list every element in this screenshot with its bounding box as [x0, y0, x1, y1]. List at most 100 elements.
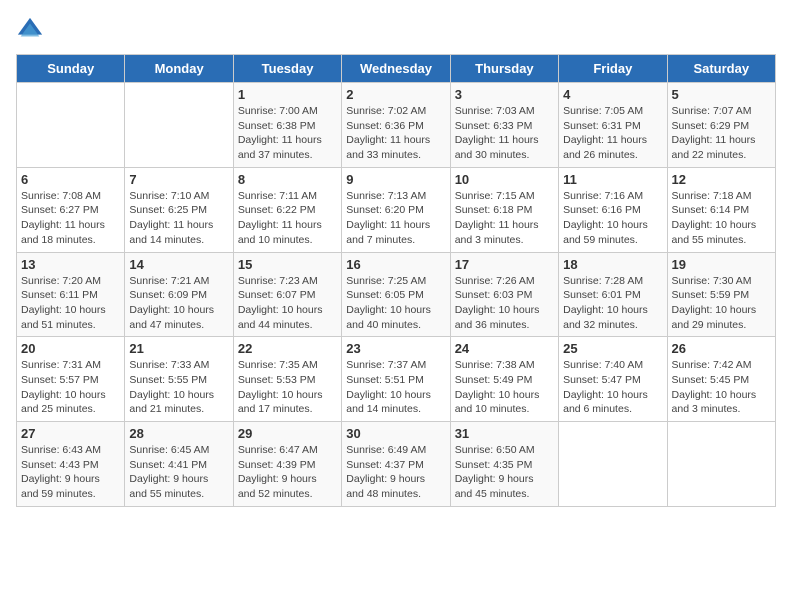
- logo: [16, 16, 48, 44]
- calendar-cell: 5 Sunrise: 7:07 AM Sunset: 6:29 PM Daylig…: [667, 83, 775, 168]
- calendar-header: SundayMondayTuesdayWednesdayThursdayFrid…: [17, 55, 776, 83]
- day-info: Sunrise: 7:20 AM Sunset: 6:11 PM Dayligh…: [21, 274, 120, 333]
- day-info: Sunrise: 7:28 AM Sunset: 6:01 PM Dayligh…: [563, 274, 662, 333]
- day-info: Sunrise: 7:18 AM Sunset: 6:14 PM Dayligh…: [672, 189, 771, 248]
- calendar-cell: 7 Sunrise: 7:10 AM Sunset: 6:25 PM Daylig…: [125, 167, 233, 252]
- calendar-cell: 29 Sunrise: 6:47 AM Sunset: 4:39 PM Dayli…: [233, 422, 341, 507]
- day-number: 24: [455, 341, 554, 356]
- day-info: Sunrise: 6:45 AM Sunset: 4:41 PM Dayligh…: [129, 443, 228, 502]
- day-number: 11: [563, 172, 662, 187]
- day-number: 8: [238, 172, 337, 187]
- calendar-cell: 8 Sunrise: 7:11 AM Sunset: 6:22 PM Daylig…: [233, 167, 341, 252]
- day-number: 29: [238, 426, 337, 441]
- calendar-cell: 22 Sunrise: 7:35 AM Sunset: 5:53 PM Dayli…: [233, 337, 341, 422]
- header-row: SundayMondayTuesdayWednesdayThursdayFrid…: [17, 55, 776, 83]
- calendar-cell: 20 Sunrise: 7:31 AM Sunset: 5:57 PM Dayli…: [17, 337, 125, 422]
- day-info: Sunrise: 7:40 AM Sunset: 5:47 PM Dayligh…: [563, 358, 662, 417]
- calendar-cell: 19 Sunrise: 7:30 AM Sunset: 5:59 PM Dayli…: [667, 252, 775, 337]
- calendar-week-4: 27Sunrise: 6:43 AM Sunset: 4:43 PM Dayli…: [17, 422, 776, 507]
- header-cell-thursday: Thursday: [450, 55, 558, 83]
- day-number: 18: [563, 257, 662, 272]
- day-info: Sunrise: 7:26 AM Sunset: 6:03 PM Dayligh…: [455, 274, 554, 333]
- day-number: 20: [21, 341, 120, 356]
- day-number: 19: [672, 257, 771, 272]
- calendar-week-1: 6 Sunrise: 7:08 AM Sunset: 6:27 PM Daylig…: [17, 167, 776, 252]
- calendar-cell: 26 Sunrise: 7:42 AM Sunset: 5:45 PM Dayli…: [667, 337, 775, 422]
- day-info: Sunrise: 7:15 AM Sunset: 6:18 PM Dayligh…: [455, 189, 554, 248]
- calendar-cell: 10 Sunrise: 7:15 AM Sunset: 6:18 PM Dayli…: [450, 167, 558, 252]
- day-number: 25: [563, 341, 662, 356]
- header-cell-tuesday: Tuesday: [233, 55, 341, 83]
- day-info: Sunrise: 7:10 AM Sunset: 6:25 PM Dayligh…: [129, 189, 228, 248]
- calendar-cell: [125, 83, 233, 168]
- day-number: 15: [238, 257, 337, 272]
- calendar-cell: 17 Sunrise: 7:26 AM Sunset: 6:03 PM Dayli…: [450, 252, 558, 337]
- calendar-body: 1 Sunrise: 7:00 AM Sunset: 6:38 PM Daylig…: [17, 83, 776, 507]
- day-info: Sunrise: 7:13 AM Sunset: 6:20 PM Dayligh…: [346, 189, 445, 248]
- calendar-week-0: 1 Sunrise: 7:00 AM Sunset: 6:38 PM Daylig…: [17, 83, 776, 168]
- day-number: 6: [21, 172, 120, 187]
- day-info: Sunrise: 7:31 AM Sunset: 5:57 PM Dayligh…: [21, 358, 120, 417]
- calendar-cell: 1 Sunrise: 7:00 AM Sunset: 6:38 PM Daylig…: [233, 83, 341, 168]
- day-number: 10: [455, 172, 554, 187]
- calendar-cell: 4Sunrise: 7:05 AM Sunset: 6:31 PM Daylig…: [559, 83, 667, 168]
- calendar-cell: 6 Sunrise: 7:08 AM Sunset: 6:27 PM Daylig…: [17, 167, 125, 252]
- day-info: Sunrise: 7:38 AM Sunset: 5:49 PM Dayligh…: [455, 358, 554, 417]
- calendar-week-2: 13 Sunrise: 7:20 AM Sunset: 6:11 PM Dayli…: [17, 252, 776, 337]
- day-info: Sunrise: 7:25 AM Sunset: 6:05 PM Dayligh…: [346, 274, 445, 333]
- calendar-cell: 23 Sunrise: 7:37 AM Sunset: 5:51 PM Dayli…: [342, 337, 450, 422]
- calendar-cell: 9 Sunrise: 7:13 AM Sunset: 6:20 PM Daylig…: [342, 167, 450, 252]
- day-number: 17: [455, 257, 554, 272]
- header-cell-sunday: Sunday: [17, 55, 125, 83]
- day-info: Sunrise: 7:07 AM Sunset: 6:29 PM Dayligh…: [672, 104, 771, 163]
- calendar-cell: 24 Sunrise: 7:38 AM Sunset: 5:49 PM Dayli…: [450, 337, 558, 422]
- calendar-cell: [667, 422, 775, 507]
- calendar-cell: 3 Sunrise: 7:03 AM Sunset: 6:33 PM Daylig…: [450, 83, 558, 168]
- day-number: 30: [346, 426, 445, 441]
- logo-icon: [16, 16, 44, 44]
- header-cell-friday: Friday: [559, 55, 667, 83]
- day-info: Sunrise: 7:11 AM Sunset: 6:22 PM Dayligh…: [238, 189, 337, 248]
- day-info: Sunrise: 7:00 AM Sunset: 6:38 PM Dayligh…: [238, 104, 337, 163]
- day-number: 13: [21, 257, 120, 272]
- day-number: 12: [672, 172, 771, 187]
- calendar-cell: 21Sunrise: 7:33 AM Sunset: 5:55 PM Dayli…: [125, 337, 233, 422]
- day-number: 22: [238, 341, 337, 356]
- calendar-cell: 13 Sunrise: 7:20 AM Sunset: 6:11 PM Dayli…: [17, 252, 125, 337]
- header-cell-wednesday: Wednesday: [342, 55, 450, 83]
- calendar-cell: 30Sunrise: 6:49 AM Sunset: 4:37 PM Dayli…: [342, 422, 450, 507]
- day-number: 1: [238, 87, 337, 102]
- day-number: 21: [129, 341, 228, 356]
- day-info: Sunrise: 6:50 AM Sunset: 4:35 PM Dayligh…: [455, 443, 554, 502]
- day-info: Sunrise: 6:43 AM Sunset: 4:43 PM Dayligh…: [21, 443, 120, 502]
- day-number: 5: [672, 87, 771, 102]
- day-info: Sunrise: 7:35 AM Sunset: 5:53 PM Dayligh…: [238, 358, 337, 417]
- calendar-cell: 27Sunrise: 6:43 AM Sunset: 4:43 PM Dayli…: [17, 422, 125, 507]
- day-info: Sunrise: 7:05 AM Sunset: 6:31 PM Dayligh…: [563, 104, 662, 163]
- day-number: 14: [129, 257, 228, 272]
- header-cell-monday: Monday: [125, 55, 233, 83]
- calendar-cell: 11Sunrise: 7:16 AM Sunset: 6:16 PM Dayli…: [559, 167, 667, 252]
- day-info: Sunrise: 7:08 AM Sunset: 6:27 PM Dayligh…: [21, 189, 120, 248]
- header-cell-saturday: Saturday: [667, 55, 775, 83]
- calendar-cell: [559, 422, 667, 507]
- calendar-cell: 18 Sunrise: 7:28 AM Sunset: 6:01 PM Dayli…: [559, 252, 667, 337]
- calendar-cell: 12 Sunrise: 7:18 AM Sunset: 6:14 PM Dayli…: [667, 167, 775, 252]
- calendar-cell: 2Sunrise: 7:02 AM Sunset: 6:36 PM Daylig…: [342, 83, 450, 168]
- calendar-cell: [17, 83, 125, 168]
- page-header: [16, 16, 776, 44]
- day-info: Sunrise: 7:30 AM Sunset: 5:59 PM Dayligh…: [672, 274, 771, 333]
- day-info: Sunrise: 7:02 AM Sunset: 6:36 PM Dayligh…: [346, 104, 445, 163]
- day-number: 3: [455, 87, 554, 102]
- day-number: 9: [346, 172, 445, 187]
- day-number: 26: [672, 341, 771, 356]
- day-info: Sunrise: 7:37 AM Sunset: 5:51 PM Dayligh…: [346, 358, 445, 417]
- day-info: Sunrise: 7:42 AM Sunset: 5:45 PM Dayligh…: [672, 358, 771, 417]
- calendar-table: SundayMondayTuesdayWednesdayThursdayFrid…: [16, 54, 776, 507]
- day-info: Sunrise: 6:47 AM Sunset: 4:39 PM Dayligh…: [238, 443, 337, 502]
- day-number: 23: [346, 341, 445, 356]
- day-info: Sunrise: 7:03 AM Sunset: 6:33 PM Dayligh…: [455, 104, 554, 163]
- day-number: 7: [129, 172, 228, 187]
- day-number: 31: [455, 426, 554, 441]
- calendar-cell: 16Sunrise: 7:25 AM Sunset: 6:05 PM Dayli…: [342, 252, 450, 337]
